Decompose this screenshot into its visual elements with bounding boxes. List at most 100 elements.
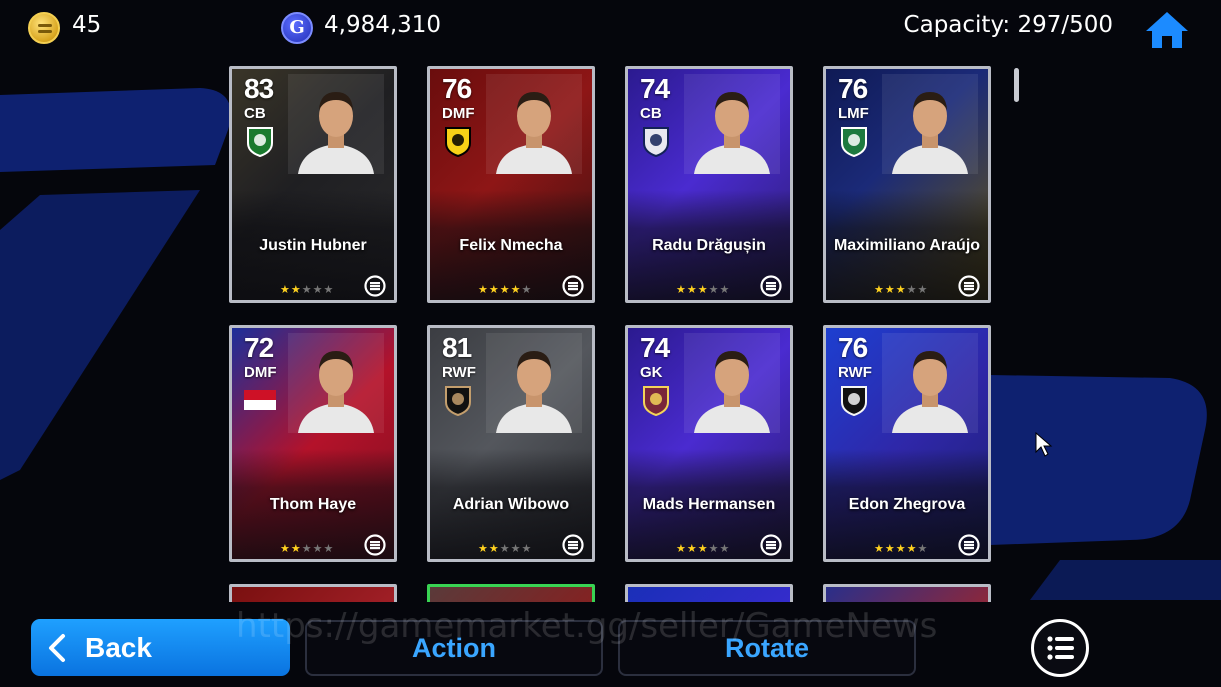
efootball-logo-icon [958, 275, 980, 297]
list-menu-button[interactable] [1031, 619, 1089, 677]
player-name: Adrian Wibowo [452, 496, 570, 513]
capacity-label: Capacity: 297/500 [903, 12, 1113, 38]
player-card[interactable] [229, 584, 397, 602]
mouse-cursor-icon [1035, 431, 1053, 458]
juventus-badge-icon [841, 386, 867, 416]
star-empty-icon: ★ [521, 542, 533, 555]
player-card-grid[interactable]: 83 CB Justin Hubner ★★★★★ 76 DMF Felix N… [229, 66, 1009, 602]
star-empty-icon: ★ [708, 542, 720, 555]
star-filled-icon: ★ [906, 542, 918, 555]
star-filled-icon: ★ [478, 283, 489, 296]
action-button[interactable]: Action [305, 620, 603, 676]
star-filled-icon: ★ [884, 283, 896, 296]
player-card[interactable]: 81 RWF Adrian Wibowo ★★★★★ [427, 325, 595, 562]
player-rating: 83 [244, 73, 274, 104]
player-stars: ★★★★★ [478, 283, 532, 296]
player-stars: ★★★★★ [874, 283, 928, 296]
back-button[interactable]: Back [31, 619, 290, 676]
player-card[interactable]: 83 CB Justin Hubner ★★★★★ [229, 66, 397, 303]
back-button-label: Back [85, 631, 152, 663]
rotate-button[interactable]: Rotate [618, 620, 916, 676]
star-filled-icon: ★ [874, 283, 885, 296]
player-stars: ★★★★★ [280, 283, 334, 296]
star-empty-icon: ★ [906, 283, 918, 296]
chevron-left-icon [49, 633, 65, 662]
player-position: DMF [244, 364, 277, 381]
star-filled-icon: ★ [290, 542, 302, 555]
scrollbar[interactable] [1014, 68, 1019, 102]
player-position: RWF [838, 364, 872, 381]
star-empty-icon: ★ [312, 283, 324, 296]
star-filled-icon: ★ [488, 542, 500, 555]
player-card[interactable]: 76 RWF Edon Zhegrova ★★★★★ [823, 325, 991, 562]
star-filled-icon: ★ [874, 542, 885, 555]
player-position: DMF [442, 105, 475, 122]
star-empty-icon: ★ [510, 542, 522, 555]
bvb-badge-icon [445, 127, 471, 157]
player-name: Felix Nmecha [459, 237, 563, 254]
top-bar: 45 G 4,984,310 Capacity: 297/500 [0, 0, 1221, 56]
star-empty-icon: ★ [917, 283, 929, 296]
lafc-badge-icon [445, 386, 471, 416]
player-rating: 74 [640, 332, 670, 363]
efootball-logo-icon [562, 275, 584, 297]
player-card[interactable]: 76 DMF Felix Nmecha ★★★★★ [427, 66, 595, 303]
efootball-coin-icon [28, 12, 60, 44]
star-empty-icon: ★ [301, 283, 313, 296]
player-rating: 76 [838, 73, 868, 104]
player-name: Edon Zhegrova [848, 496, 966, 513]
player-stars: ★★★★★ [676, 283, 730, 296]
star-filled-icon: ★ [676, 283, 687, 296]
coin-balance: 45 [72, 12, 102, 38]
fortuna-badge-icon [247, 127, 273, 157]
player-stars: ★★★★★ [676, 542, 730, 555]
player-card[interactable] [427, 584, 595, 602]
star-empty-icon: ★ [499, 542, 511, 555]
player-name: Radu Drăgușin [652, 237, 766, 254]
player-card[interactable]: 72 DMF Thom Haye ★★★★★ [229, 325, 397, 562]
player-position: CB [640, 105, 662, 122]
efootball-logo-icon [364, 534, 386, 556]
efootball-logo-icon [364, 275, 386, 297]
player-rating: 72 [244, 332, 274, 363]
star-empty-icon: ★ [917, 542, 929, 555]
star-filled-icon: ★ [676, 542, 687, 555]
player-portrait [288, 333, 384, 433]
player-card[interactable]: 76 LMF Maximiliano Araújo ★★★★★ [823, 66, 991, 303]
player-card[interactable]: 74 CB Radu Drăgușin ★★★★★ [625, 66, 793, 303]
star-empty-icon: ★ [719, 542, 731, 555]
star-filled-icon: ★ [697, 283, 709, 296]
player-position: RWF [442, 364, 476, 381]
player-card[interactable] [625, 584, 793, 602]
star-empty-icon: ★ [719, 283, 731, 296]
player-portrait [486, 333, 582, 433]
player-name: Thom Haye [269, 496, 357, 513]
gp-balance: 4,984,310 [324, 12, 442, 38]
star-filled-icon: ★ [488, 283, 500, 296]
player-portrait [882, 74, 978, 174]
star-filled-icon: ★ [686, 283, 698, 296]
player-portrait [882, 333, 978, 433]
efootball-logo-icon [760, 275, 782, 297]
sporting-badge-icon [841, 127, 867, 157]
tottenham-badge-icon [643, 127, 669, 157]
gp-icon: G [281, 12, 313, 44]
player-portrait [288, 74, 384, 174]
player-stars: ★★★★★ [280, 542, 334, 555]
home-icon[interactable] [1144, 10, 1190, 50]
player-card[interactable]: 74 GK Mads Hermansen ★★★★★ [625, 325, 793, 562]
star-filled-icon: ★ [895, 542, 907, 555]
player-position: LMF [838, 105, 869, 122]
player-name: Mads Hermansen [642, 496, 776, 513]
efootball-logo-icon [562, 534, 584, 556]
star-empty-icon: ★ [323, 542, 335, 555]
efootball-logo-icon [958, 534, 980, 556]
star-filled-icon: ★ [697, 542, 709, 555]
player-rating: 74 [640, 73, 670, 104]
player-name: Maximiliano Araújo [833, 237, 981, 254]
star-filled-icon: ★ [686, 542, 698, 555]
player-card[interactable] [823, 584, 991, 602]
star-filled-icon: ★ [478, 542, 489, 555]
star-filled-icon: ★ [884, 542, 896, 555]
star-empty-icon: ★ [301, 542, 313, 555]
